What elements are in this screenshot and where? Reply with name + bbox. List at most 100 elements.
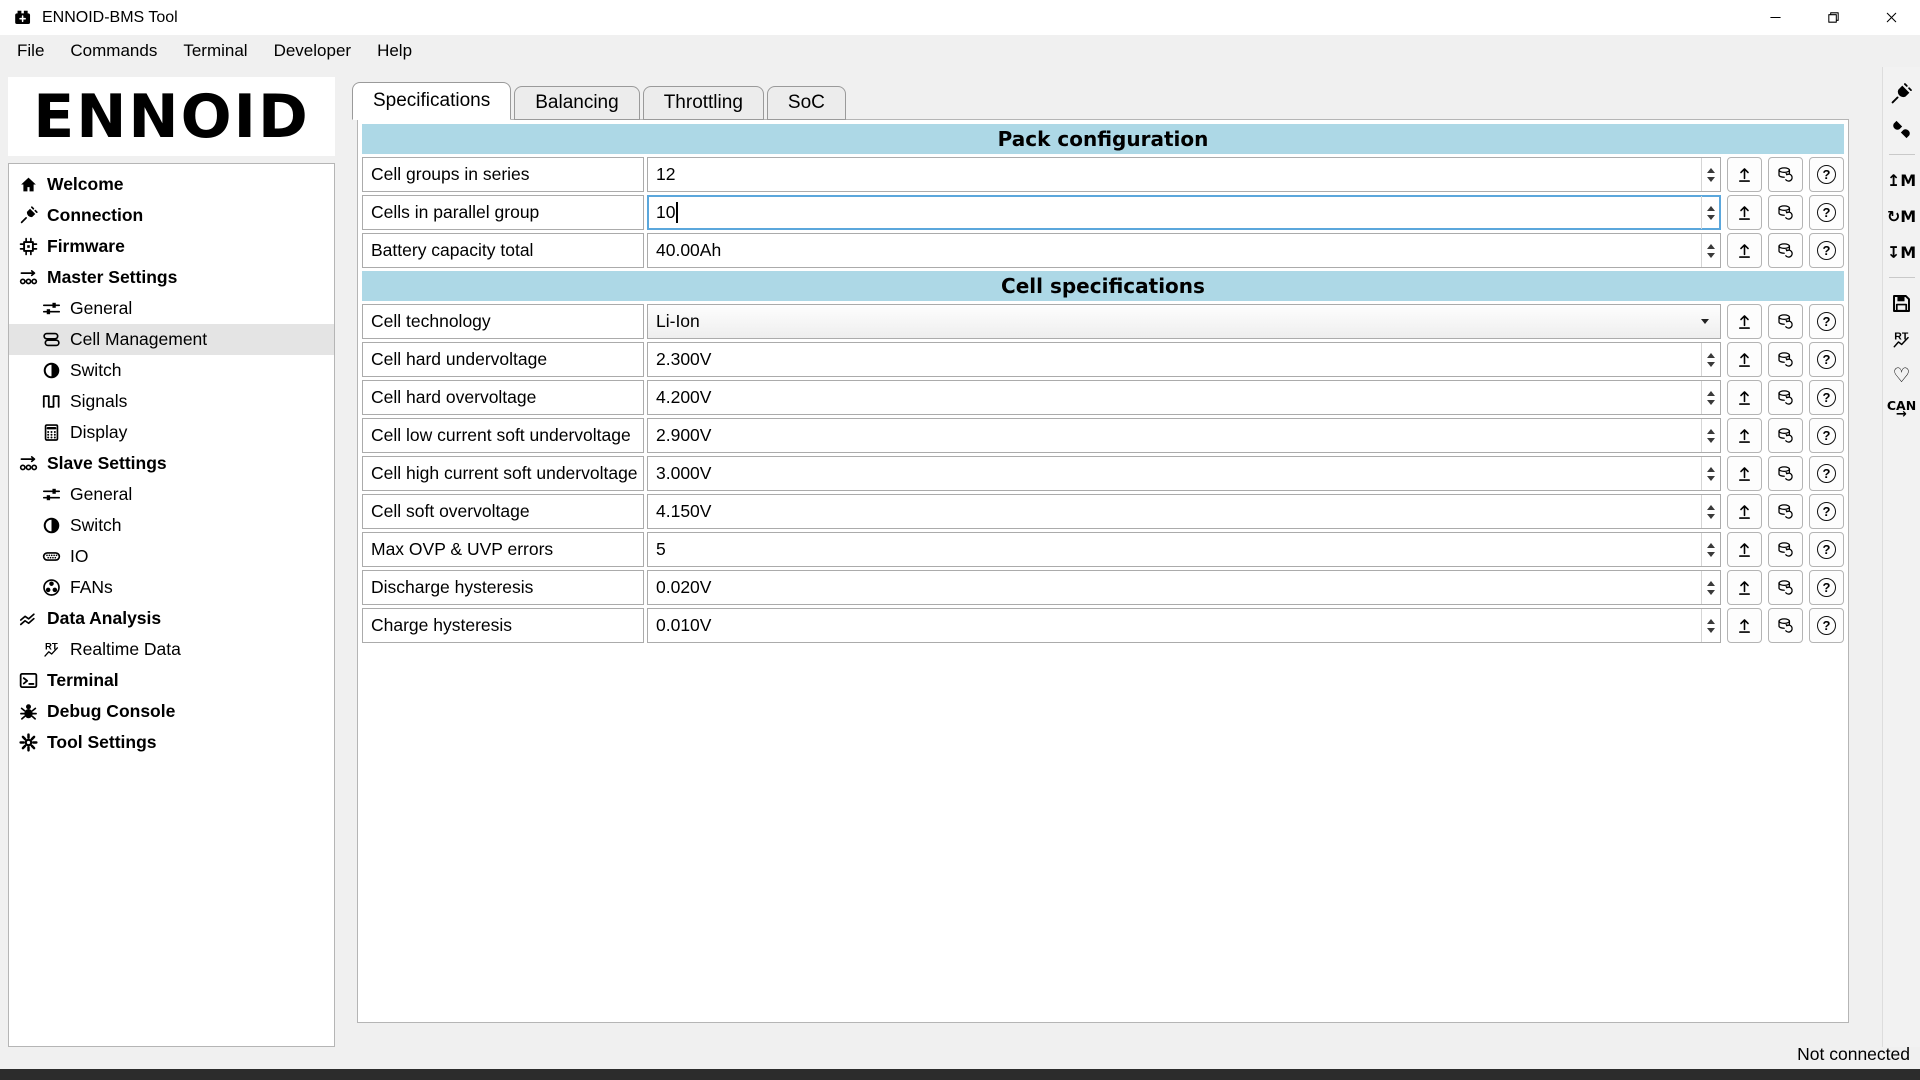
sidebar-item-firmware[interactable]: Firmware [9, 231, 334, 262]
spin-down-icon[interactable] [1707, 362, 1715, 367]
spinner[interactable] [1701, 495, 1720, 528]
sidebar-item-cell-management[interactable]: Cell Management [9, 324, 334, 355]
tab-throttling[interactable]: Throttling [643, 86, 764, 120]
spinner[interactable] [1701, 196, 1720, 229]
read-from-bms-button[interactable] [1768, 380, 1803, 415]
help-button[interactable]: ? [1809, 456, 1844, 491]
spinbox-cell-hard-overvoltage[interactable]: 4.200V [647, 380, 1721, 415]
spinner[interactable] [1701, 381, 1720, 414]
can-bus-button[interactable]: CAN→ [1887, 394, 1916, 428]
help-button[interactable]: ? [1809, 157, 1844, 192]
read-from-bms-button[interactable] [1768, 456, 1803, 491]
tab-soc[interactable]: SoC [767, 86, 846, 120]
spinner[interactable] [1701, 234, 1720, 267]
tab-balancing[interactable]: Balancing [514, 86, 639, 120]
spin-up-icon[interactable] [1707, 619, 1715, 624]
spin-down-icon[interactable] [1707, 552, 1715, 557]
sidebar-item-switch[interactable]: Switch [9, 355, 334, 386]
disconnect-button[interactable] [1891, 112, 1912, 146]
spinbox-cells-in-parallel-group[interactable]: 10 [647, 195, 1721, 230]
sidebar-item-connection[interactable]: Connection [9, 200, 334, 231]
help-button[interactable]: ? [1809, 195, 1844, 230]
write-to-bms-button[interactable] [1727, 608, 1762, 643]
sidebar-item-switch[interactable]: Switch [9, 510, 334, 541]
help-button[interactable]: ? [1809, 418, 1844, 453]
tab-specifications[interactable]: Specifications [352, 82, 511, 120]
spin-up-icon[interactable] [1707, 206, 1715, 211]
write-to-bms-button[interactable] [1727, 494, 1762, 529]
spin-down-icon[interactable] [1707, 253, 1715, 258]
sidebar-item-welcome[interactable]: Welcome [9, 169, 334, 200]
write-to-bms-button[interactable] [1727, 342, 1762, 377]
read-master-button[interactable]: ↧M [1887, 235, 1916, 269]
spinner[interactable] [1701, 158, 1720, 191]
write-to-bms-button[interactable] [1727, 418, 1762, 453]
help-button[interactable]: ? [1809, 570, 1844, 605]
spinbox-battery-capacity-total[interactable]: 40.00Ah [647, 233, 1721, 268]
spinner[interactable] [1701, 419, 1720, 452]
spin-down-icon[interactable] [1707, 628, 1715, 633]
spin-down-icon[interactable] [1707, 476, 1715, 481]
spinner[interactable] [1701, 571, 1720, 604]
read-from-bms-button[interactable] [1768, 157, 1803, 192]
spin-up-icon[interactable] [1707, 391, 1715, 396]
write-master-button[interactable]: ↥M [1887, 163, 1916, 197]
menu-item-developer[interactable]: Developer [261, 37, 365, 65]
spinner[interactable] [1701, 343, 1720, 376]
spin-down-icon[interactable] [1707, 590, 1715, 595]
write-to-bms-button[interactable] [1727, 532, 1762, 567]
sidebar-item-general[interactable]: General [9, 479, 334, 510]
sidebar-item-realtime-data[interactable]: RTRealtime Data [9, 634, 334, 665]
help-button[interactable]: ? [1809, 342, 1844, 377]
spinbox-cell-groups-in-series[interactable]: 12 [647, 157, 1721, 192]
restore-button[interactable] [1804, 0, 1862, 35]
write-to-bms-button[interactable] [1727, 570, 1762, 605]
menu-item-file[interactable]: File [4, 37, 57, 65]
help-button[interactable]: ? [1809, 532, 1844, 567]
write-to-bms-button[interactable] [1727, 456, 1762, 491]
sidebar-item-fans[interactable]: FANs [9, 572, 334, 603]
spinbox-discharge-hysteresis[interactable]: 0.020V [647, 570, 1721, 605]
spin-up-icon[interactable] [1707, 505, 1715, 510]
spin-down-icon[interactable] [1707, 400, 1715, 405]
read-from-bms-button[interactable] [1768, 195, 1803, 230]
sidebar-item-terminal[interactable]: Terminal [9, 665, 334, 696]
sidebar-item-io[interactable]: IO [9, 541, 334, 572]
save-button[interactable] [1891, 286, 1912, 320]
read-from-bms-button[interactable] [1768, 532, 1803, 567]
menu-item-terminal[interactable]: Terminal [170, 37, 260, 65]
read-from-bms-button[interactable] [1768, 608, 1803, 643]
spin-up-icon[interactable] [1707, 467, 1715, 472]
write-to-bms-button[interactable] [1727, 304, 1762, 339]
write-to-bms-button[interactable] [1727, 233, 1762, 268]
sidebar-item-general[interactable]: General [9, 293, 334, 324]
menu-item-commands[interactable]: Commands [57, 37, 170, 65]
spin-up-icon[interactable] [1707, 244, 1715, 249]
help-button[interactable]: ? [1809, 494, 1844, 529]
sidebar-item-data-analysis[interactable]: Data Analysis [9, 603, 334, 634]
spinbox-max-ovp-uvp-errors[interactable]: 5 [647, 532, 1721, 567]
read-from-bms-button[interactable] [1768, 494, 1803, 529]
close-button[interactable] [1862, 0, 1920, 35]
write-to-bms-button[interactable] [1727, 157, 1762, 192]
spinner[interactable] [1701, 609, 1720, 642]
spin-up-icon[interactable] [1707, 353, 1715, 358]
spin-up-icon[interactable] [1707, 543, 1715, 548]
help-button[interactable]: ? [1809, 233, 1844, 268]
read-from-bms-button[interactable] [1768, 418, 1803, 453]
spin-up-icon[interactable] [1707, 581, 1715, 586]
connect-button[interactable] [1891, 76, 1912, 110]
help-button[interactable]: ? [1809, 304, 1844, 339]
menu-item-help[interactable]: Help [364, 37, 425, 65]
spin-down-icon[interactable] [1707, 514, 1715, 519]
sidebar-item-master-settings[interactable]: Master Settings [9, 262, 334, 293]
spin-down-icon[interactable] [1707, 215, 1715, 220]
read-from-bms-button[interactable] [1768, 304, 1803, 339]
favorites-button[interactable]: ♡ [1893, 358, 1911, 392]
sidebar-item-debug-console[interactable]: Debug Console [9, 696, 334, 727]
read-from-bms-button[interactable] [1768, 570, 1803, 605]
spinbox-charge-hysteresis[interactable]: 0.010V [647, 608, 1721, 643]
realtime-data-button[interactable]: RT [1891, 322, 1912, 356]
spin-up-icon[interactable] [1707, 168, 1715, 173]
spinbox-cell-soft-overvoltage[interactable]: 4.150V [647, 494, 1721, 529]
